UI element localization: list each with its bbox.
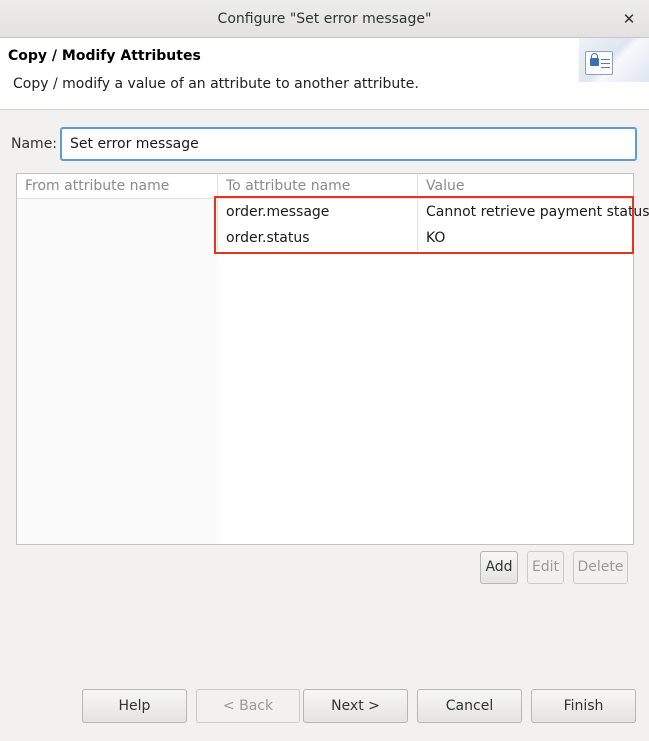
add-button[interactable]: Add bbox=[480, 551, 518, 584]
lock-icon bbox=[590, 53, 599, 66]
cell-from bbox=[17, 225, 217, 251]
finish-button[interactable]: Finish bbox=[531, 689, 636, 723]
attributes-icon bbox=[585, 51, 613, 75]
close-icon[interactable]: ✕ bbox=[619, 9, 639, 29]
next-button[interactable]: Next > bbox=[303, 689, 408, 723]
cancel-button[interactable]: Cancel bbox=[417, 689, 522, 723]
table-row[interactable]: order.message Cannot retrieve payment st… bbox=[17, 199, 649, 225]
cell-to: order.status bbox=[217, 225, 417, 251]
list-lines-icon bbox=[601, 59, 610, 68]
name-label: Name: bbox=[11, 136, 58, 152]
column-header-value[interactable]: Value bbox=[417, 174, 633, 199]
cell-value: KO bbox=[417, 225, 633, 251]
cell-from bbox=[17, 199, 217, 225]
window-titlebar: Configure "Set error message" ✕ bbox=[0, 0, 649, 38]
cell-to: order.message bbox=[217, 199, 417, 225]
table-row[interactable]: order.status KO bbox=[17, 225, 633, 251]
help-button[interactable]: Help bbox=[82, 689, 187, 723]
edit-button[interactable]: Edit bbox=[527, 551, 564, 584]
delete-button[interactable]: Delete bbox=[573, 551, 628, 584]
wizard-header: Copy / Modify Attributes Copy / modify a… bbox=[0, 38, 649, 110]
window-title: Configure "Set error message" bbox=[217, 11, 432, 27]
table-header: From attribute name To attribute name Va… bbox=[17, 174, 633, 199]
name-input[interactable] bbox=[60, 127, 637, 161]
column-header-to[interactable]: To attribute name bbox=[217, 174, 417, 199]
page-title: Copy / Modify Attributes bbox=[8, 48, 201, 64]
attributes-table: From attribute name To attribute name Va… bbox=[16, 173, 649, 545]
back-button[interactable]: < Back bbox=[196, 689, 300, 723]
column-header-from[interactable]: From attribute name bbox=[17, 174, 217, 199]
page-description: Copy / modify a value of an attribute to… bbox=[13, 76, 419, 92]
cell-value: Cannot retrieve payment status bbox=[417, 199, 649, 225]
